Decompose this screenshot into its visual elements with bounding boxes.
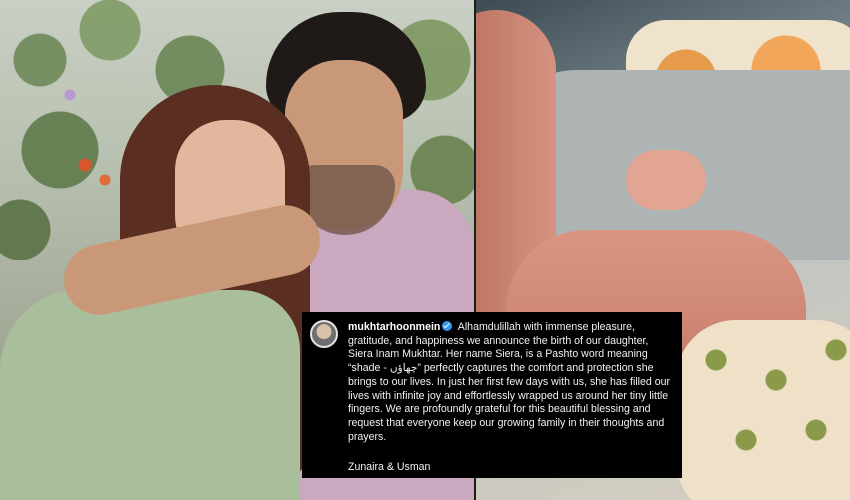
caption-text-block: mukhtarhoonmein Alhamdulillah with immen… bbox=[348, 321, 672, 444]
verified-badge-icon bbox=[442, 321, 453, 331]
caption-signature: Zunaira & Usman bbox=[348, 461, 431, 473]
instagram-caption-card: mukhtarhoonmein Alhamdulillah with immen… bbox=[302, 312, 682, 478]
baby-hand bbox=[626, 150, 706, 210]
profile-avatar-icon[interactable] bbox=[310, 320, 338, 348]
polka-dot-cloth bbox=[676, 320, 850, 500]
caption-text: Alhamdulillah with immense pleasure, gra… bbox=[348, 321, 671, 443]
woman-outfit bbox=[0, 290, 300, 500]
username-link[interactable]: mukhtarhoonmein bbox=[348, 321, 440, 333]
